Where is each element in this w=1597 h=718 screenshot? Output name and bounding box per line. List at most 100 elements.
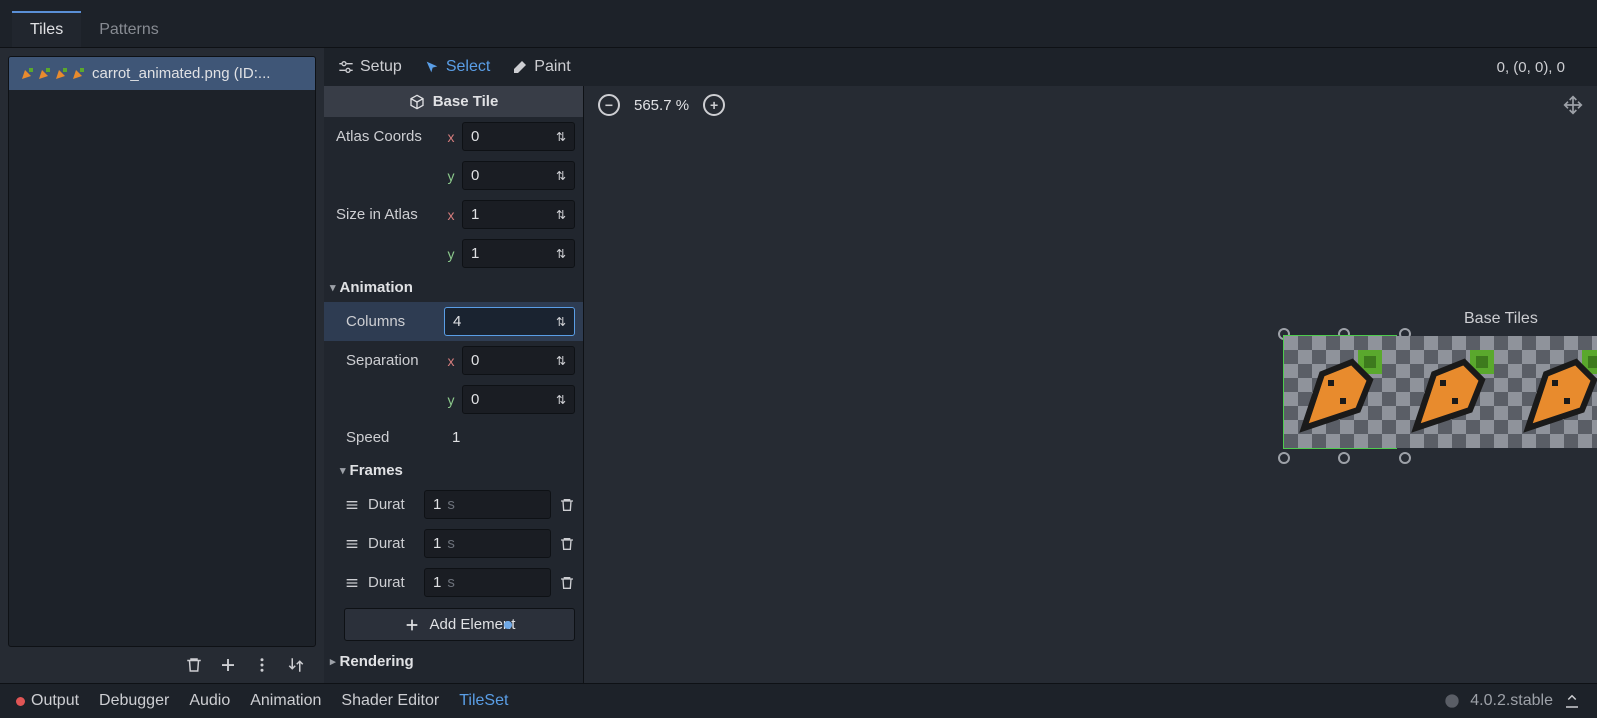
- expand-icon[interactable]: [1563, 692, 1581, 710]
- source-filename: carrot_animated.png (ID:...: [92, 65, 270, 82]
- base-tile-header: Base Tile: [324, 86, 583, 117]
- frames-section[interactable]: ▾ Frames: [324, 456, 583, 485]
- delete-frame-icon[interactable]: [559, 536, 575, 552]
- audio-tab[interactable]: Audio: [189, 692, 230, 710]
- columns-input[interactable]: 4⇅: [444, 307, 575, 336]
- output-tab[interactable]: Output: [16, 692, 79, 710]
- select-label: Select: [446, 58, 490, 76]
- chevron-right-icon: ▸: [330, 655, 336, 668]
- add-element-button[interactable]: Add Element: [344, 608, 575, 641]
- more-options-icon[interactable]: [252, 655, 272, 675]
- zoom-in-button[interactable]: +: [703, 94, 725, 116]
- atlas-coords-x-input[interactable]: 0⇅: [462, 122, 575, 151]
- rendering-section[interactable]: ▸ Rendering: [324, 647, 583, 676]
- duration-input[interactable]: 1s: [424, 568, 551, 597]
- resize-handle[interactable]: [1338, 452, 1350, 464]
- zoom-percent[interactable]: 565.7 %: [634, 97, 689, 114]
- duration-label: Durat: [368, 535, 416, 552]
- speed-value[interactable]: 1: [444, 424, 575, 451]
- paint-label: Paint: [534, 58, 570, 76]
- animation-section[interactable]: ▾ Animation: [324, 273, 583, 302]
- zoom-out-button[interactable]: −: [598, 94, 620, 116]
- plus-icon: [404, 617, 420, 633]
- paint-icon: [512, 59, 528, 75]
- tile-inspector[interactable]: Base Tile Atlas Coords x 0⇅ y 0⇅: [324, 86, 584, 683]
- drag-handle-icon[interactable]: [344, 536, 360, 552]
- duration-label: Durat: [368, 496, 416, 513]
- canvas-area[interactable]: − 565.7 % + Base Tiles Alternative Tiles: [584, 86, 1597, 683]
- atlas-coords-y-input[interactable]: 0⇅: [462, 161, 575, 190]
- source-panel: carrot_animated.png (ID:...: [0, 48, 324, 683]
- delete-frame-icon[interactable]: [559, 497, 575, 513]
- tile-frame-2[interactable]: [1508, 336, 1597, 448]
- source-thumbnail: [19, 66, 86, 82]
- bottom-bar: Output Debugger Audio Animation Shader E…: [0, 683, 1597, 718]
- y-axis-label: y: [444, 168, 458, 184]
- animation-tab[interactable]: Animation: [250, 692, 321, 710]
- spinner-icon[interactable]: ⇅: [556, 208, 566, 222]
- size-in-atlas-label: Size in Atlas: [332, 206, 440, 223]
- duration-label: Durat: [368, 574, 416, 591]
- setup-mode-button[interactable]: Setup: [338, 58, 402, 76]
- godot-icon: [1444, 693, 1460, 709]
- source-toolbar: [8, 647, 316, 675]
- delete-source-icon[interactable]: [184, 655, 204, 675]
- drag-handle-icon[interactable]: [344, 497, 360, 513]
- pan-icon[interactable]: [1563, 95, 1583, 115]
- resize-handle[interactable]: [1399, 452, 1411, 464]
- add-source-icon[interactable]: [218, 655, 238, 675]
- coords-display: 0, (0, 0), 0: [1497, 59, 1583, 76]
- spinner-icon[interactable]: ⇅: [556, 169, 566, 183]
- select-mode-button[interactable]: Select: [424, 58, 490, 76]
- size-in-atlas-x-input[interactable]: 1⇅: [462, 200, 575, 229]
- separation-x-row: Separation x 0⇅: [324, 341, 583, 380]
- columns-label: Columns: [332, 313, 440, 330]
- select-icon: [424, 59, 440, 75]
- x-axis-label: x: [444, 353, 458, 369]
- paint-mode-button[interactable]: Paint: [512, 58, 570, 76]
- carrot-sprite: [1516, 344, 1597, 440]
- tile-strip: [1284, 336, 1597, 448]
- size-in-atlas-y-row: y 1⇅: [324, 234, 583, 273]
- canvas-toolbar: − 565.7 % +: [584, 86, 1597, 124]
- y-axis-label: y: [444, 392, 458, 408]
- spinner-icon[interactable]: ⇅: [556, 354, 566, 368]
- tab-tiles[interactable]: Tiles: [12, 11, 81, 47]
- output-indicator-icon: [16, 697, 25, 706]
- resize-handle[interactable]: [1278, 452, 1290, 464]
- tab-patterns[interactable]: Patterns: [81, 11, 177, 47]
- cube-icon: [409, 94, 425, 110]
- delete-frame-icon[interactable]: [559, 575, 575, 591]
- separation-x-input[interactable]: 0⇅: [462, 346, 575, 375]
- chevron-down-icon: ▾: [340, 464, 346, 477]
- spinner-icon[interactable]: ⇅: [556, 247, 566, 261]
- shader-editor-tab[interactable]: Shader Editor: [341, 692, 439, 710]
- atlas-coords-x-row: Atlas Coords x 0⇅: [324, 117, 583, 156]
- x-axis-label: x: [444, 129, 458, 145]
- tile-frame-1[interactable]: [1396, 336, 1508, 448]
- separation-label: Separation: [332, 352, 440, 369]
- spinner-icon[interactable]: ⇅: [556, 393, 566, 407]
- mode-toolbar: Setup Select Paint 0, (0, 0), 0: [324, 48, 1597, 86]
- separation-y-row: y 0⇅: [324, 380, 583, 419]
- x-axis-label: x: [444, 207, 458, 223]
- source-list[interactable]: carrot_animated.png (ID:...: [8, 56, 316, 647]
- tile-frame-0[interactable]: [1284, 336, 1396, 448]
- size-in-atlas-y-input[interactable]: 1⇅: [462, 239, 575, 268]
- debugger-tab[interactable]: Debugger: [99, 692, 169, 710]
- frame-row: Durat 1s: [324, 485, 583, 524]
- sort-icon[interactable]: [286, 655, 306, 675]
- chevron-down-icon: ▾: [330, 281, 336, 294]
- tileset-tab[interactable]: TileSet: [459, 692, 508, 710]
- drag-handle-icon[interactable]: [344, 575, 360, 591]
- spinner-icon[interactable]: ⇅: [556, 130, 566, 144]
- atlas-coords-label: Atlas Coords: [332, 128, 440, 145]
- canvas-viewport[interactable]: Base Tiles Alternative Tiles: [584, 124, 1597, 683]
- top-tabs: Tiles Patterns: [0, 0, 1597, 48]
- duration-input[interactable]: 1s: [424, 529, 551, 558]
- spinner-icon[interactable]: ⇅: [556, 315, 566, 329]
- source-item[interactable]: carrot_animated.png (ID:...: [9, 57, 315, 90]
- duration-input[interactable]: 1s: [424, 490, 551, 519]
- separation-y-input[interactable]: 0⇅: [462, 385, 575, 414]
- frame-row: Durat 1s: [324, 563, 583, 602]
